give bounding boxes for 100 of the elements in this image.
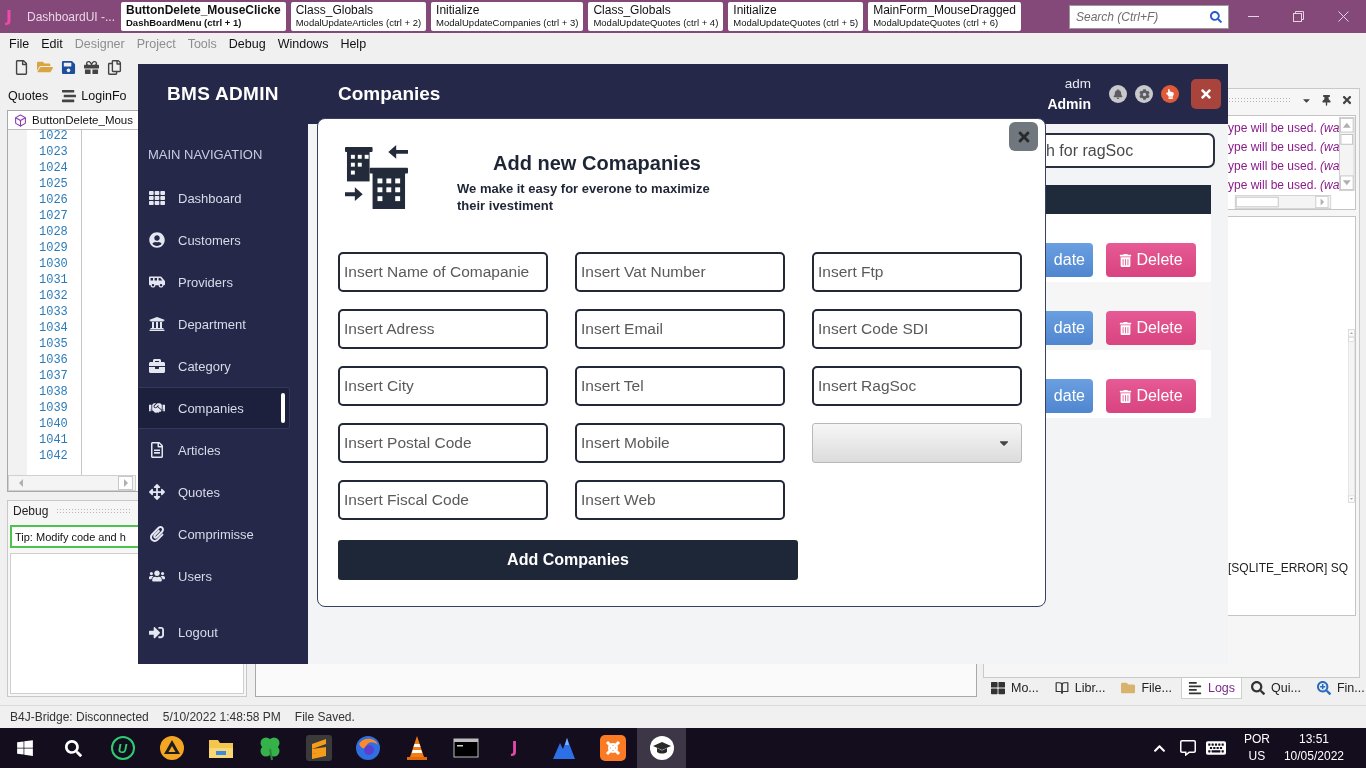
- cross-tile-icon: [599, 735, 626, 761]
- log-line: ype will be used. (wa: [1228, 139, 1340, 156]
- line-number: 1034: [39, 320, 69, 336]
- clock-time[interactable]: 13:51: [1298, 731, 1329, 748]
- search-icon: [1251, 681, 1266, 695]
- file-tab[interactable]: MainForm_MouseDragged ModalUpdateQuotes (ctrl + 6): [868, 2, 1021, 31]
- nav-item[interactable]: Quotes: [138, 471, 290, 513]
- copy-icon[interactable]: [107, 59, 122, 75]
- clock-date[interactable]: 10/05/2022: [1283, 748, 1344, 765]
- delete-button[interactable]: Delete: [1106, 311, 1196, 345]
- taskbar-button[interactable]: J: [490, 728, 539, 768]
- modal-subtitle: We make it easy for everone to maximize their ivestiment: [457, 180, 711, 214]
- panel-tab[interactable]: Logs: [1180, 678, 1243, 699]
- input-field[interactable]: Insert City: [338, 366, 548, 406]
- nav-item[interactable]: Comprimisse: [138, 513, 290, 555]
- start-icon[interactable]: [15, 739, 34, 757]
- line-number: 1042: [39, 448, 69, 464]
- file-tab[interactable]: Class_Globals ModalUpdateArticles (ctrl + 2): [290, 2, 427, 31]
- terminal-icon: [452, 735, 479, 761]
- line-number: 1041: [39, 432, 69, 448]
- line-number: 1025: [39, 176, 69, 192]
- close-button[interactable]: [1009, 122, 1038, 151]
- language-code[interactable]: POR: [1243, 731, 1270, 748]
- input-field[interactable]: Insert Adress: [338, 309, 548, 349]
- menu-item[interactable]: File: [3, 36, 36, 51]
- close-icon[interactable]: [1338, 11, 1349, 22]
- input-field[interactable]: Insert Email: [575, 309, 785, 349]
- input-field[interactable]: Insert Tel: [575, 366, 785, 406]
- nav-item[interactable]: Dashboard: [138, 177, 290, 219]
- log-line: ype will be used. (wa: [1228, 158, 1340, 175]
- menu-item[interactable]: Debug: [222, 36, 272, 51]
- swirl-circle-icon: [354, 735, 381, 761]
- new-file-icon[interactable]: [14, 59, 29, 75]
- input-field[interactable]: Insert Web: [575, 480, 785, 520]
- bell-icon[interactable]: [1109, 85, 1127, 103]
- nav-item[interactable]: Articles: [138, 429, 290, 471]
- briefcase-icon: [148, 358, 165, 374]
- gift-icon[interactable]: [84, 59, 99, 75]
- logout-item[interactable]: Logout: [138, 611, 290, 653]
- document-icon: [148, 442, 165, 458]
- scrollbar[interactable]: [8, 475, 136, 491]
- gear-icon[interactable]: [1135, 85, 1153, 103]
- panel-tab[interactable]: Fin...: [1309, 678, 1366, 699]
- close-button[interactable]: [1191, 79, 1221, 109]
- save-icon[interactable]: [61, 59, 76, 75]
- taskbar-button[interactable]: U: [98, 728, 147, 768]
- line-number: 1027: [39, 208, 69, 224]
- status-text: 5/10/2022 1:48:58 PM: [162, 710, 281, 724]
- message-icon[interactable]: [1179, 740, 1196, 756]
- page-title: Companies: [338, 83, 441, 105]
- input-field[interactable]: Insert Ftp: [812, 252, 1022, 292]
- nav-item[interactable]: Companies: [138, 387, 290, 429]
- panel-tab[interactable]: Mo...: [984, 678, 1046, 699]
- input-field[interactable]: Insert RagSoc: [812, 366, 1022, 406]
- file-tab[interactable]: Initialize ModalUpdateCompanies (ctrl + 3): [431, 2, 584, 31]
- editor-tab[interactable]: Quotes: [8, 89, 49, 103]
- line-number: 1029: [39, 240, 69, 256]
- user-name: adm: [1064, 75, 1091, 93]
- panel-tab[interactable]: Qui...: [1244, 678, 1308, 699]
- menu-item[interactable]: Edit: [35, 36, 69, 51]
- panel-tab[interactable]: File...: [1114, 678, 1179, 699]
- nav-item[interactable]: Users: [138, 555, 290, 597]
- nav-item[interactable]: Category: [138, 345, 290, 387]
- nav-item[interactable]: Department: [138, 303, 290, 345]
- line-number: 1033: [39, 304, 69, 320]
- dropdown-field[interactable]: [812, 423, 1022, 463]
- keyboard-icon[interactable]: [1205, 738, 1226, 758]
- input-field[interactable]: Insert Fiscal Code: [338, 480, 548, 520]
- pointing-hand-icon[interactable]: [1161, 85, 1179, 103]
- file-tab[interactable]: Class_Globals ModalUpdateQuotes (ctrl + 4): [588, 2, 724, 31]
- users-icon: [148, 568, 165, 584]
- restore-icon[interactable]: [1293, 11, 1304, 22]
- panel-tab[interactable]: Libr...: [1047, 678, 1113, 699]
- menu-item[interactable]: Help: [334, 36, 373, 51]
- input-field[interactable]: Insert Vat Number: [575, 252, 785, 292]
- input-field[interactable]: Insert Name of Comapanie: [338, 252, 548, 292]
- input-field[interactable]: Insert Postal Code: [338, 423, 548, 463]
- nav-item[interactable]: Providers: [138, 261, 290, 303]
- editor-tab[interactable]: ButtonDelete_Mous: [32, 114, 133, 126]
- search-field[interactable]: Search (Ctrl+F): [1069, 4, 1229, 29]
- search-icon[interactable]: [65, 739, 82, 757]
- search-icon[interactable]: [1210, 10, 1222, 23]
- trash-icon: [1119, 253, 1133, 267]
- stripes-logo-icon: [305, 735, 332, 761]
- delete-button[interactable]: Delete: [1106, 379, 1196, 413]
- language-region[interactable]: US: [1248, 748, 1266, 765]
- editor-tab[interactable]: LoginFo: [62, 89, 127, 103]
- input-field[interactable]: Insert Mobile: [575, 423, 785, 463]
- file-tab[interactable]: Initialize ModalUpdateQuotes (ctrl + 5): [728, 2, 864, 31]
- nav-item[interactable]: Customers: [138, 219, 290, 261]
- add-button[interactable]: Add Companies: [338, 540, 798, 580]
- pin-icon[interactable]: [1321, 94, 1332, 106]
- delete-button[interactable]: Delete: [1106, 243, 1196, 277]
- log-line: ype will be used. (wa: [1228, 120, 1340, 137]
- file-tab[interactable]: ButtonDelete_MouseClicke DashBoardMenu (ctrl + 1): [121, 2, 286, 31]
- scrollbar[interactable]: [1339, 116, 1355, 192]
- taskbar-button[interactable]: [637, 728, 686, 768]
- close-icon[interactable]: [1341, 94, 1353, 106]
- input-field[interactable]: Insert Code SDI: [812, 309, 1022, 349]
- menu-item[interactable]: Windows: [271, 36, 335, 51]
